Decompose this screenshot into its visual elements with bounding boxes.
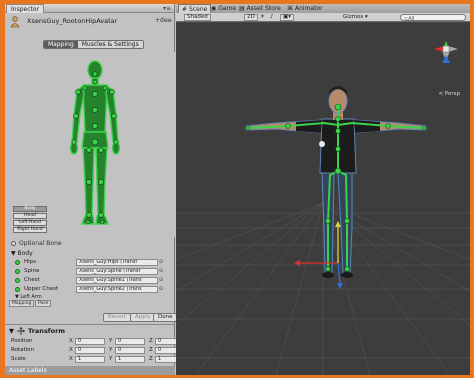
bone-status-icon [15,286,20,292]
foldout-arrow-icon[interactable]: ▼ [9,327,14,335]
bone-row: Hips Xsens_Guy:Hips (Transf ⊙ [15,258,170,266]
audio-toggle-icon[interactable]: ♪ [270,14,274,21]
optional-circle-icon [11,241,16,246]
bone-object-field[interactable]: Xsens_Guy:Spine (Transf [76,267,158,275]
transform-icon [17,327,25,335]
optional-bone-label: Optional Bone [19,240,62,247]
2d-toggle[interactable]: 2D [244,14,258,21]
rotation-x-field[interactable]: 0 [75,346,105,354]
context-menu-icon[interactable]: ≡ [167,17,172,24]
tab-game[interactable]: ◉ Game [208,4,239,13]
scale-y-field[interactable]: 1 [115,355,145,363]
tab-muscles-settings[interactable]: Muscles & Settings [77,41,143,48]
scale-x-field[interactable]: 1 [75,355,105,363]
bone-name: Spine [24,268,40,274]
position-y-field[interactable]: 0 [115,337,145,345]
orientation-gizmo-icon[interactable] [434,41,458,63]
position-row: Position X 0 Y 0 Z 0 [11,337,189,345]
revert-button[interactable]: Revert [103,313,132,322]
position-label: Position [11,338,33,344]
bone-row: Upper Chest Xsens_Guy:Spine2 (Trans ⊙ [15,285,170,293]
done-button[interactable]: Done [153,313,178,322]
store-tab-icon: ▤ [239,5,245,12]
bone-row: Spine Xsens_Guy:Spine (Transf ⊙ [15,267,170,275]
inspector-panel: Inspector ▾≡ XsensGuy_RootonHipAvatar +d… [5,4,185,375]
projection-label[interactable]: ≺ Persp [439,91,460,97]
mode-segmented-control: Mapping Muscles & Settings [43,40,144,49]
tab-game-label: Game [218,5,237,12]
search-placeholder: ⊂All [404,16,415,22]
tab-animator[interactable]: ⌘ Animator [284,4,326,13]
scene-tabbar: # Scene ◉ Game ▤ Asset Store ⌘ Animator [176,4,470,13]
object-picker-icon[interactable]: ⊙ [158,268,164,274]
bone-object-field[interactable]: Xsens_Guy:Spine2 (Trans [76,285,158,293]
game-tab-icon: ◉ [211,5,217,12]
tab-inspector[interactable]: Inspector [6,4,44,13]
tab-scene[interactable]: # Scene [178,4,212,13]
object-picker-icon[interactable]: ⊙ [158,277,164,283]
bone-name: Upper Chest [24,286,59,292]
transform-component: ▼ Transform Position X 0 Y 0 Z 0 Rotatio… [5,324,185,366]
avatar-icon [10,16,20,28]
panel-menu-icon[interactable]: ▾≡ [163,4,171,13]
mapping-dropdown[interactable]: Mapping [9,300,35,307]
scene-toolbar: Shaded 2D ☀ ♪ ▣▾ Gizmos ▾ ⊂All [176,13,470,22]
head-button[interactable]: Head [13,213,47,219]
rotation-row: Rotation X 0 Y 0 Z 0 [11,346,189,354]
bone-row: Chest Xsens_Guy:Spine1 (Trans ⊙ [15,276,170,284]
tab-mapping[interactable]: Mapping [44,41,78,48]
inspector-tabbar: Inspector ▾≡ [5,4,174,13]
shading-mode-dropdown[interactable]: Shaded [184,14,211,21]
bone-object-field[interactable]: Xsens_Guy:Hips (Transf [76,258,158,266]
scene-panel: # Scene ◉ Game ▤ Asset Store ⌘ Animator … [176,4,470,375]
asset-title: XsensGuy_RootonHipAvatar [27,17,118,25]
gizmos-dropdown[interactable]: Gizmos ▾ [343,14,368,21]
bone-name: Chest [24,277,40,283]
bone-object-field[interactable]: Xsens_Guy:Spine1 (Trans [76,276,158,284]
left-hand-button[interactable]: Left Hand [13,220,47,226]
body-button[interactable]: Body [13,206,47,212]
asset-labels-bar[interactable]: Asset Labels [5,366,175,375]
tab-asset-store-label: Asset Store [246,5,281,12]
move-gizmo[interactable] [294,221,343,289]
rotation-label: Rotation [11,347,35,353]
bone-status-icon [15,268,20,274]
scene-search-input[interactable]: ⊂All [400,14,466,22]
animator-tab-icon: ⌘ [287,5,293,12]
transform-header[interactable]: ▼ Transform [9,327,65,335]
effects-dropdown-icon[interactable]: ▣▾ [280,14,294,21]
scale-row: Scale X 1 Y 1 Z 1 [11,355,189,363]
tab-asset-store[interactable]: ▤ Asset Store [236,4,284,13]
bone-name: Hips [24,259,37,265]
pose-dropdown[interactable]: Pose [35,300,52,307]
position-x-field[interactable]: 0 [75,337,105,345]
transform-title: Transform [28,327,66,335]
object-picker-icon[interactable]: ⊙ [158,259,164,265]
mapping-actions-bar: Mapping Pose Revert Apply Done [5,300,178,322]
bone-mapping-list: Optional Bone ▼ Body Hips Xsens_Guy:Hips… [5,240,175,300]
lighting-toggle-icon[interactable]: ☀ [260,14,265,21]
body-part-selector: Body Head Left Hand Right Hand [13,206,47,234]
right-hand-button[interactable]: Right Hand [13,227,47,233]
object-picker-icon[interactable]: ⊙ [158,286,164,292]
apply-button[interactable]: Apply [130,313,156,322]
scene-viewport[interactable]: ≺ Persp [176,23,470,375]
bone-status-icon [15,277,20,283]
editor-frame: Inspector ▾≡ XsensGuy_RootonHipAvatar +d… [5,4,470,375]
bone-status-icon [15,259,20,265]
optional-bone-legend: Optional Bone [11,240,62,247]
scene-canvas[interactable] [176,23,470,375]
body-section-foldout[interactable]: ▼ Body [11,250,33,257]
settings-icon[interactable]: +de [155,17,168,24]
tab-animator-label: Animator [295,5,323,12]
inspector-header: XsensGuy_RootonHipAvatar +de ≡ [5,14,175,32]
scale-label: Scale [11,356,26,362]
ground-grid [176,202,470,375]
rotation-y-field[interactable]: 0 [115,346,145,354]
character-model[interactable] [245,86,427,278]
